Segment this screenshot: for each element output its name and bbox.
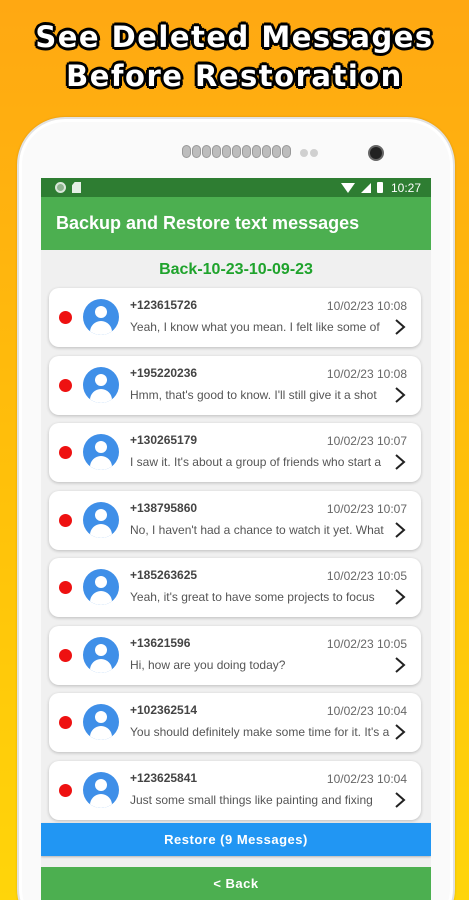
message-time: 10/02/23 10:04	[326, 771, 407, 786]
message-card[interactable]: +123615726 10/02/23 10:08 Yeah, I know wha…	[49, 288, 421, 347]
message-preview: Just some small things like painting and…	[130, 792, 373, 807]
message-preview: Hi, how are you doing today?	[130, 657, 286, 672]
chevron-right-icon[interactable]	[393, 589, 407, 605]
message-preview: You should definitely make some time for…	[130, 725, 390, 739]
phone-sensor	[310, 149, 318, 157]
unread-indicator	[59, 648, 72, 662]
message-sender: +138795860	[130, 500, 198, 515]
message-time: 10/02/23 10:07	[326, 434, 407, 448]
chevron-right-icon[interactable]	[393, 521, 407, 538]
message-card[interactable]: +130265179 10/02/23 10:07 I saw it. It's a…	[49, 423, 421, 482]
contact-avatar-icon	[83, 501, 119, 538]
contact-avatar-icon	[83, 569, 119, 605]
message-card[interactable]: +102362514 10/02/23 10:04 You should defin…	[49, 693, 421, 752]
message-preview: No, I haven't had a chance to watch it y…	[130, 522, 384, 537]
unread-indicator	[59, 716, 72, 729]
message-preview: Yeah, it's great to have some projects t…	[130, 590, 375, 604]
contact-avatar-icon	[83, 771, 119, 808]
unread-indicator	[59, 783, 72, 797]
unread-indicator	[59, 581, 72, 594]
back-button[interactable]: < Back	[41, 867, 431, 900]
unread-indicator	[59, 446, 72, 459]
contact-avatar-icon	[83, 704, 119, 740]
message-preview: I saw it. It's about a group of friends …	[130, 455, 382, 469]
phone-speaker	[182, 145, 292, 159]
phone-sensor	[300, 149, 308, 157]
status-time: 10:27	[390, 180, 421, 195]
signal-icon	[360, 182, 371, 193]
message-sender: +195220236	[130, 365, 198, 380]
promo-line-2: Before Restoration	[66, 59, 403, 93]
message-time: 10/02/23 10:05	[326, 636, 407, 651]
status-bar: 10:27	[41, 178, 431, 197]
chevron-right-icon[interactable]	[393, 319, 407, 335]
message-sender: +130265179	[130, 433, 198, 447]
message-card[interactable]: +123625841 10/02/23 10:04 Just some small …	[49, 760, 421, 820]
contact-avatar-icon	[83, 299, 119, 335]
message-time: 10/02/23 10:08	[326, 366, 407, 381]
message-sender: +185263625	[130, 568, 198, 582]
message-preview: Yeah, I know what you mean. I felt like …	[130, 320, 380, 334]
battery-icon	[376, 182, 383, 193]
unread-indicator	[59, 513, 72, 527]
message-time: 10/02/23 10:04	[326, 704, 407, 718]
message-preview: Hmm, that's good to know. I'll still giv…	[130, 387, 377, 402]
message-time: 10/02/23 10:07	[326, 501, 407, 516]
backup-name: Back-10-23-10-09-23	[159, 261, 313, 278]
promo-line-1: See Deleted Messages	[35, 20, 434, 54]
chevron-right-icon[interactable]	[393, 454, 407, 470]
message-sender: +102362514	[130, 703, 198, 717]
message-time: 10/02/23 10:08	[326, 299, 407, 313]
app-notification-icon	[55, 182, 66, 193]
app-title: Backup and Restore text messages	[56, 213, 360, 233]
restore-button[interactable]: Restore (9 Messages)	[41, 823, 431, 856]
unread-indicator	[59, 378, 72, 392]
message-sender: +123615726	[130, 298, 198, 312]
contact-avatar-icon	[83, 434, 119, 470]
chevron-right-icon[interactable]	[393, 724, 407, 740]
message-sender: +123625841	[130, 770, 198, 785]
message-card[interactable]: +195220236 10/02/23 10:08 Hmm, that's good…	[49, 355, 421, 415]
sd-card-icon	[72, 182, 81, 193]
message-card[interactable]: +13621596 10/02/23 10:05 Hi, how are you d…	[49, 625, 421, 685]
chevron-right-icon[interactable]	[393, 656, 407, 673]
contact-avatar-icon	[83, 366, 119, 403]
unread-indicator	[59, 311, 72, 324]
contact-avatar-icon	[83, 636, 119, 673]
message-sender: +13621596	[130, 635, 191, 650]
wifi-icon	[340, 182, 355, 193]
message-card[interactable]: +185263625 10/02/23 10:05 Yeah, it's great…	[49, 558, 421, 617]
chevron-right-icon[interactable]	[393, 386, 407, 403]
chevron-right-icon[interactable]	[393, 791, 407, 808]
app-bar: Backup and Restore text messages	[41, 197, 431, 250]
message-card[interactable]: +138795860 10/02/23 10:07 No, I haven't ha…	[49, 490, 421, 550]
promo-headline: See Deleted Messages Before Restoration	[0, 18, 469, 96]
app-screen: 10:27 Backup and Restore text messages B…	[41, 178, 431, 900]
message-time: 10/02/23 10:05	[326, 569, 407, 583]
phone-camera	[370, 147, 382, 159]
